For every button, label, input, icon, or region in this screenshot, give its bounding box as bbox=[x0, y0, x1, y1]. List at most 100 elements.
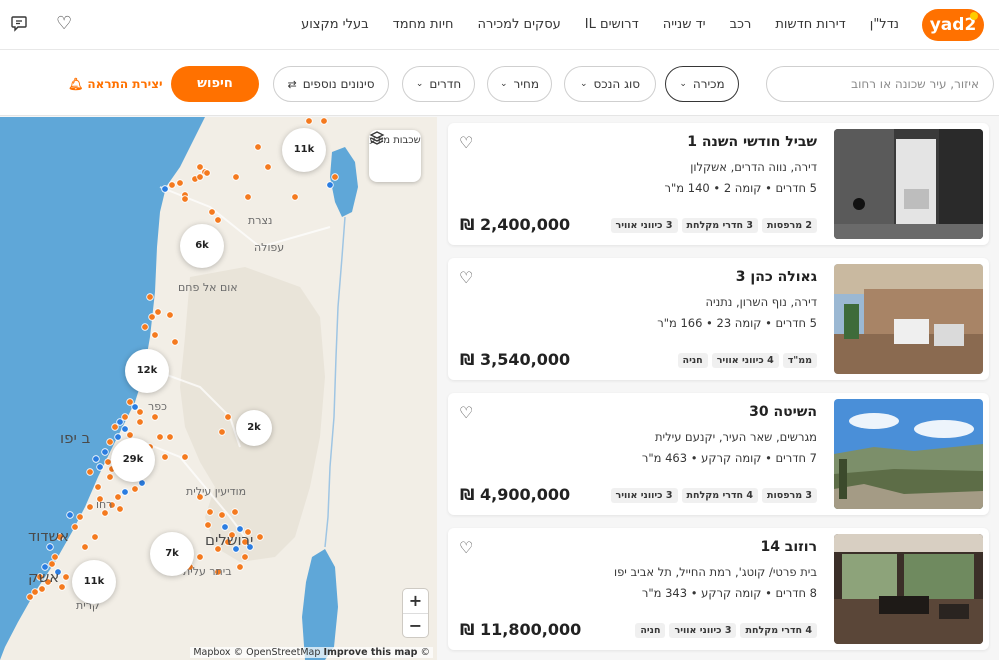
listing-marker[interactable] bbox=[204, 521, 212, 529]
nav-item-real-estate[interactable]: נדל"ן bbox=[858, 0, 911, 50]
listing-marker[interactable] bbox=[151, 413, 159, 421]
listing-marker[interactable] bbox=[224, 413, 232, 421]
listing-marker[interactable] bbox=[305, 117, 313, 125]
listing-marker[interactable] bbox=[218, 428, 226, 436]
listing-marker[interactable] bbox=[203, 169, 211, 177]
map-cluster[interactable]: 11k bbox=[282, 128, 326, 172]
listing-marker[interactable] bbox=[106, 473, 114, 481]
listing-marker[interactable] bbox=[38, 585, 46, 593]
listing-marker[interactable] bbox=[66, 511, 74, 519]
zoom-out-button[interactable]: − bbox=[403, 613, 428, 637]
favorite-heart-icon[interactable]: ♡ bbox=[459, 538, 473, 557]
listing-marker[interactable] bbox=[131, 485, 139, 493]
results-map[interactable]: נצרת עפולה אום אל פחם כפר ב יפו מודיעין … bbox=[0, 117, 437, 660]
search-button[interactable]: חיפוש bbox=[171, 66, 259, 102]
attribution-improve[interactable]: Improve this map bbox=[323, 647, 417, 658]
listing-marker[interactable] bbox=[264, 163, 272, 171]
listing-card[interactable]: השיטה 30 מגרשים, שאר העיר, יקנעם עילית 7… bbox=[448, 393, 989, 515]
location-search-input[interactable] bbox=[766, 66, 994, 102]
listing-marker[interactable] bbox=[166, 433, 174, 441]
attribution-mapbox[interactable]: Mapbox © bbox=[193, 647, 243, 658]
listing-marker[interactable] bbox=[232, 173, 240, 181]
favorite-heart-icon[interactable]: ♡ bbox=[459, 133, 473, 152]
listing-marker[interactable] bbox=[94, 483, 102, 491]
nav-item-jobs[interactable]: דרושים IL bbox=[573, 0, 651, 50]
listing-marker[interactable] bbox=[208, 208, 216, 216]
listing-marker[interactable] bbox=[146, 293, 154, 301]
listing-marker[interactable] bbox=[214, 216, 222, 224]
attribution-osm[interactable]: OpenStreetMap bbox=[246, 647, 320, 658]
listing-marker[interactable] bbox=[176, 179, 184, 187]
listing-marker[interactable] bbox=[196, 173, 204, 181]
listing-photo[interactable] bbox=[834, 129, 983, 239]
listing-marker[interactable] bbox=[231, 508, 239, 516]
map-cluster[interactable]: 12k bbox=[125, 349, 169, 393]
listing-marker[interactable] bbox=[131, 403, 139, 411]
listing-marker[interactable] bbox=[106, 438, 114, 446]
listing-marker[interactable] bbox=[196, 553, 204, 561]
listing-marker[interactable] bbox=[326, 181, 334, 189]
chat-icon[interactable] bbox=[10, 14, 28, 37]
listing-marker[interactable] bbox=[114, 493, 122, 501]
more-filters-button[interactable]: סינונים נוספים ⇄ bbox=[273, 66, 389, 102]
map-cluster[interactable]: 29k bbox=[111, 438, 155, 482]
listing-marker[interactable] bbox=[168, 181, 176, 189]
listing-marker[interactable] bbox=[206, 508, 214, 516]
map-cluster[interactable]: 7k bbox=[150, 532, 194, 576]
listing-card[interactable]: שביל חודשי השנה 1 דירה, נווה הדרים, אשקל… bbox=[448, 123, 989, 245]
listing-marker[interactable] bbox=[181, 453, 189, 461]
listing-marker[interactable] bbox=[320, 117, 328, 125]
listing-marker[interactable] bbox=[51, 553, 59, 561]
map-cluster[interactable]: 2k bbox=[236, 410, 272, 446]
listing-marker[interactable] bbox=[126, 398, 134, 406]
heart-icon[interactable]: ♡ bbox=[56, 14, 72, 37]
listing-marker[interactable] bbox=[86, 503, 94, 511]
listing-marker[interactable] bbox=[256, 533, 264, 541]
listing-marker[interactable] bbox=[81, 543, 89, 551]
favorite-heart-icon[interactable]: ♡ bbox=[459, 403, 473, 422]
zoom-in-button[interactable]: + bbox=[403, 589, 428, 613]
listing-marker[interactable] bbox=[141, 323, 149, 331]
nav-item-pets[interactable]: חיות מחמד bbox=[381, 0, 466, 50]
listing-marker[interactable] bbox=[161, 185, 169, 193]
rooms-filter[interactable]: חדרים ⌄ bbox=[402, 66, 475, 102]
listing-marker[interactable] bbox=[111, 423, 119, 431]
listing-marker[interactable] bbox=[236, 563, 244, 571]
listing-marker[interactable] bbox=[101, 448, 109, 456]
listing-card[interactable]: רוזוב 14 בית פרטי/ קוטג', רמת החייל, תל … bbox=[448, 528, 989, 650]
listing-marker[interactable] bbox=[221, 523, 229, 531]
create-alert-button[interactable]: יצירת התראה 🔔︎ bbox=[68, 66, 163, 102]
listing-marker[interactable] bbox=[171, 338, 179, 346]
map-cluster[interactable]: 11k bbox=[72, 560, 116, 604]
listing-marker[interactable] bbox=[148, 313, 156, 321]
listing-marker[interactable] bbox=[76, 513, 84, 521]
listing-marker[interactable] bbox=[181, 195, 189, 203]
listing-photo[interactable] bbox=[834, 264, 983, 374]
listing-marker[interactable] bbox=[86, 468, 94, 476]
favorite-heart-icon[interactable]: ♡ bbox=[459, 268, 473, 287]
price-filter[interactable]: מחיר ⌄ bbox=[487, 66, 552, 102]
listing-marker[interactable] bbox=[331, 173, 339, 181]
listing-marker[interactable] bbox=[136, 408, 144, 416]
nav-item-second-hand[interactable]: יד שנייה bbox=[651, 0, 718, 50]
listing-marker[interactable] bbox=[121, 488, 129, 496]
listing-marker[interactable] bbox=[244, 193, 252, 201]
map-layers-button[interactable]: שכבות מידע bbox=[369, 130, 421, 182]
listing-marker[interactable] bbox=[26, 593, 34, 601]
listing-marker[interactable] bbox=[31, 588, 39, 596]
listing-marker[interactable] bbox=[154, 308, 162, 316]
deal-type-filter[interactable]: מכירה ⌄ bbox=[665, 66, 739, 102]
property-type-filter[interactable]: סוג הנכס ⌄ bbox=[564, 66, 656, 102]
listing-marker[interactable] bbox=[71, 523, 79, 531]
listing-marker[interactable] bbox=[196, 163, 204, 171]
listing-marker[interactable] bbox=[161, 453, 169, 461]
listing-marker[interactable] bbox=[116, 505, 124, 513]
listing-marker[interactable] bbox=[218, 511, 226, 519]
nav-item-professionals[interactable]: בעלי מקצוע bbox=[289, 0, 381, 50]
listing-marker[interactable] bbox=[121, 425, 129, 433]
listing-marker[interactable] bbox=[48, 560, 56, 568]
yad2-logo[interactable]: yad2 bbox=[922, 9, 984, 41]
listing-marker[interactable] bbox=[114, 433, 122, 441]
listing-marker[interactable] bbox=[166, 311, 174, 319]
listing-marker[interactable] bbox=[136, 418, 144, 426]
